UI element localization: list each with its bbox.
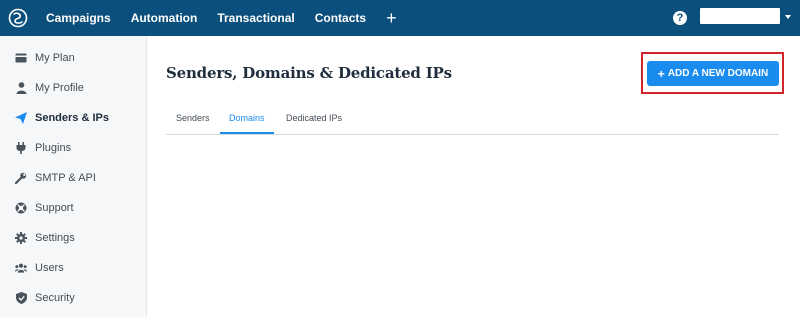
tab-domains[interactable]: Domains bbox=[229, 113, 265, 123]
paper-plane-icon bbox=[15, 112, 27, 124]
sidebar-item-label: Support bbox=[35, 202, 74, 214]
sidebar-item-label: Settings bbox=[35, 232, 75, 244]
sidebar-item-settings[interactable]: Settings bbox=[0, 223, 147, 253]
lifebuoy-icon bbox=[15, 202, 27, 214]
card-icon bbox=[15, 52, 27, 64]
help-icon[interactable]: ? bbox=[673, 11, 687, 25]
sidebar-item-my-plan[interactable]: My Plan bbox=[0, 43, 147, 73]
active-tab-indicator bbox=[220, 132, 274, 134]
sidebar-item-senders-ips[interactable]: Senders & IPs bbox=[0, 103, 147, 133]
settings-sidebar: My Plan My Profile Senders & IPs Plugins… bbox=[0, 36, 147, 317]
gear-icon bbox=[15, 232, 27, 244]
tab-dedicated-ips[interactable]: Dedicated IPs bbox=[286, 113, 342, 123]
sidebar-item-label: My Profile bbox=[35, 82, 84, 94]
tab-bar: Senders Domains Dedicated IPs bbox=[166, 108, 779, 135]
sidebar-item-label: My Plan bbox=[35, 52, 75, 64]
tab-senders[interactable]: Senders bbox=[176, 113, 210, 123]
page-title: Senders, Domains & Dedicated IPs bbox=[166, 64, 452, 82]
plug-icon bbox=[15, 142, 27, 154]
plus-icon: + bbox=[657, 66, 665, 81]
sidebar-item-my-profile[interactable]: My Profile bbox=[0, 73, 147, 103]
sidebar-item-smtp-api[interactable]: SMTP & API bbox=[0, 163, 147, 193]
main-nav: Campaigns Automation Transactional Conta… bbox=[46, 0, 397, 36]
nav-campaigns[interactable]: Campaigns bbox=[46, 11, 111, 25]
sidebar-item-label: SMTP & API bbox=[35, 172, 96, 184]
add-domain-button-label: ADD A NEW DOMAIN bbox=[667, 68, 769, 79]
sidebar-item-security[interactable]: Security bbox=[0, 283, 147, 313]
chevron-down-icon[interactable] bbox=[785, 15, 791, 19]
users-icon bbox=[15, 262, 27, 274]
sidebar-item-plugins[interactable]: Plugins bbox=[0, 133, 147, 163]
sidebar-item-label: Senders & IPs bbox=[35, 112, 109, 124]
sidebar-item-label: Plugins bbox=[35, 142, 72, 154]
nav-automation[interactable]: Automation bbox=[131, 11, 198, 25]
sidebar-item-label: Security bbox=[35, 292, 75, 304]
user-icon bbox=[15, 82, 27, 94]
sidebar-item-users[interactable]: Users bbox=[0, 253, 147, 283]
sidebar-item-label: Users bbox=[35, 262, 64, 274]
wrench-icon bbox=[15, 172, 27, 184]
nav-transactional[interactable]: Transactional bbox=[217, 11, 294, 25]
nav-contacts[interactable]: Contacts bbox=[315, 11, 366, 25]
add-nav-icon[interactable]: + bbox=[386, 9, 397, 27]
account-menu[interactable] bbox=[700, 8, 780, 24]
brand-logo-icon[interactable] bbox=[8, 8, 28, 28]
top-navigation-bar: Campaigns Automation Transactional Conta… bbox=[0, 0, 800, 36]
shield-check-icon bbox=[15, 292, 27, 304]
sidebar-item-support[interactable]: Support bbox=[0, 193, 147, 223]
add-domain-button[interactable]: + ADD A NEW DOMAIN bbox=[647, 61, 779, 86]
